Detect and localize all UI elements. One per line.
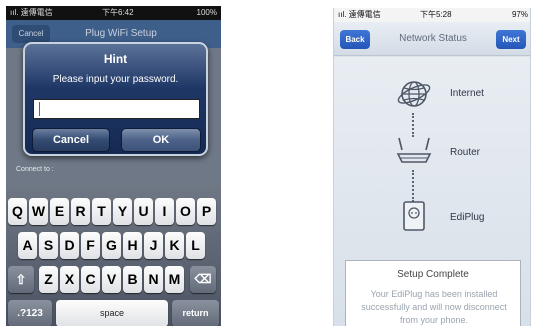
key-w[interactable]: W	[29, 198, 48, 225]
key-z[interactable]: Z	[39, 266, 58, 293]
back-button[interactable]: Back	[340, 30, 370, 49]
delete-key[interactable]: ⌫	[190, 266, 216, 293]
background-cancel-button[interactable]: Cancel	[12, 25, 50, 43]
key-y[interactable]: Y	[113, 198, 132, 225]
smart-plug-icon	[403, 201, 425, 231]
shift-key[interactable]: ⇧	[8, 266, 34, 293]
key-x[interactable]: X	[60, 266, 79, 293]
status-bar: ııl. 遠傳電信 下午5:28 97%	[334, 8, 530, 22]
dialog-message: Please input your password.	[52, 74, 179, 85]
connect-to-label: Connect to :	[16, 166, 54, 173]
dialog-cancel-button[interactable]: Cancel	[32, 128, 110, 152]
key-r[interactable]: R	[71, 198, 90, 225]
connection-line	[412, 113, 414, 137]
page-title: Network Status	[399, 33, 467, 44]
key-d[interactable]: D	[60, 232, 79, 259]
space-key[interactable]: space	[56, 300, 168, 326]
key-t[interactable]: T	[92, 198, 111, 225]
dialog-title: Hint	[103, 52, 128, 66]
setup-complete-panel: Setup Complete Your EdiPlug has been ins…	[345, 260, 521, 326]
hint-dialog: Hint Please input your password. Cancel …	[23, 42, 208, 156]
network-status-screen: ııl. 遠傳電信 下午5:28 97% Back Network Status…	[333, 8, 531, 326]
key-i[interactable]: I	[155, 198, 174, 225]
status-bar: ııl. 遠傳電信 下午6:42 100%	[6, 6, 221, 20]
key-o[interactable]: O	[176, 198, 195, 225]
carrier-label: ııl. 遠傳電信	[338, 10, 381, 19]
key-v[interactable]: V	[102, 266, 121, 293]
key-b[interactable]: B	[123, 266, 142, 293]
key-u[interactable]: U	[134, 198, 153, 225]
numbers-key[interactable]: .?123	[8, 300, 52, 326]
key-k[interactable]: K	[165, 232, 184, 259]
key-g[interactable]: G	[102, 232, 121, 259]
key-e[interactable]: E	[50, 198, 69, 225]
carrier-label: ııl. 遠傳電信	[10, 8, 53, 17]
key-f[interactable]: F	[81, 232, 100, 259]
next-button[interactable]: Next	[496, 30, 526, 49]
key-c[interactable]: C	[81, 266, 100, 293]
key-l[interactable]: L	[186, 232, 205, 259]
internet-label: Internet	[450, 88, 484, 99]
battery-label: 97%	[511, 10, 528, 19]
clock-label: 下午6:42	[102, 8, 134, 17]
key-s[interactable]: S	[39, 232, 58, 259]
key-m[interactable]: M	[165, 266, 184, 293]
return-key[interactable]: return	[172, 300, 219, 326]
key-p[interactable]: P	[197, 198, 216, 225]
password-dialog-screen: ııl. 遠傳電信 下午6:42 100% Cancel Plug WiFi S…	[6, 6, 221, 326]
text-cursor	[39, 102, 40, 116]
connection-line	[412, 170, 414, 202]
key-n[interactable]: N	[144, 266, 163, 293]
screenshot-canvas: ııl. 遠傳電信 下午6:42 100% Cancel Plug WiFi S…	[0, 0, 537, 326]
globe-icon	[397, 81, 431, 107]
ediplug-label: EdiPlug	[450, 212, 485, 223]
clock-label: 下午5:28	[420, 10, 452, 19]
on-screen-keyboard: Q W E R T Y U I O P A S D F G H J K L ⇧ …	[6, 186, 221, 326]
panel-message: Your EdiPlug has been installed successf…	[361, 289, 507, 325]
nav-bar: Back Network Status Next	[334, 22, 530, 56]
key-h[interactable]: H	[123, 232, 142, 259]
key-a[interactable]: A	[18, 232, 37, 259]
key-j[interactable]: J	[144, 232, 163, 259]
router-label: Router	[450, 147, 481, 158]
key-q[interactable]: Q	[8, 198, 27, 225]
panel-title: Setup Complete	[397, 269, 469, 280]
password-input[interactable]	[33, 99, 200, 119]
dialog-ok-button[interactable]: OK	[121, 128, 201, 152]
battery-label: 100%	[196, 8, 217, 17]
router-icon	[396, 137, 432, 163]
